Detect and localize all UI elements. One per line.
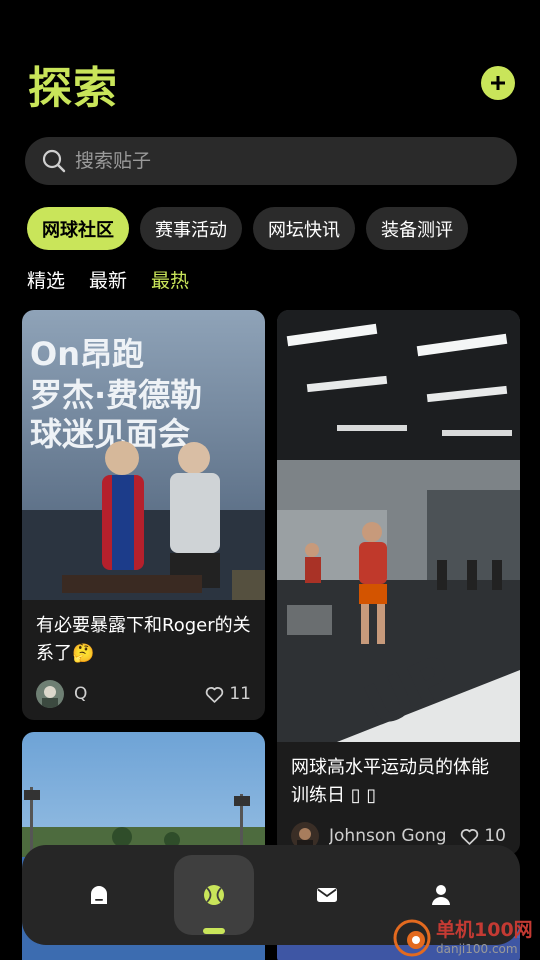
post-image: UP (277, 310, 520, 742)
image-caption-line2: 罗杰·费德勒 (30, 376, 202, 414)
chip-tennis-community[interactable]: 网球社区 (27, 207, 129, 250)
post-body: 有必要暴露下和Roger的关系了🤔 Q 11 (22, 600, 265, 708)
tab-home[interactable] (59, 855, 139, 935)
avatar[interactable] (36, 680, 64, 708)
tab-explore[interactable] (174, 855, 254, 935)
post-author[interactable]: Johnson Gong (329, 826, 459, 846)
sort-featured[interactable]: 精选 (27, 266, 65, 293)
image-caption-line1: On昂跑 (30, 335, 144, 373)
chip-news[interactable]: 网坛快讯 (253, 207, 355, 250)
page-title: 探索 (28, 63, 118, 114)
home-icon (91, 886, 107, 904)
active-tab-indicator (203, 928, 225, 934)
post-card[interactable]: On昂跑 罗杰·费德勒 球迷见面会 有必要暴露下和Roger的关系了🤔 Q 11 (22, 310, 265, 720)
sort-hottest[interactable]: 最热 (151, 266, 189, 293)
user-icon (432, 885, 450, 905)
header: 探索 (0, 0, 540, 130)
post-title: 网球高水平运动员的体能训练日 ▯ ▯ (291, 757, 489, 806)
like-count: 10 (484, 826, 506, 846)
like-count: 11 (229, 684, 251, 704)
search-icon (42, 149, 66, 173)
watermark-title: 单机100网 (436, 918, 533, 941)
like-button[interactable]: 10 (459, 826, 506, 847)
post-author[interactable]: Q (74, 684, 204, 704)
category-chips: 网球社区 赛事活动 网坛快讯 装备测评 (27, 207, 468, 250)
search-input[interactable] (75, 150, 475, 172)
heart-icon (206, 686, 224, 703)
post-meta: Q 11 (36, 680, 251, 708)
heart-icon (461, 828, 479, 845)
sort-tabs: 精选 最新 最热 (27, 266, 189, 293)
watermark-url: danji100.com (436, 941, 518, 956)
post-title: 有必要暴露下和Roger的关系了🤔 (36, 615, 251, 664)
search-bar[interactable] (25, 137, 517, 185)
post-image: On昂跑 罗杰·费德勒 球迷见面会 (22, 310, 265, 600)
site-watermark: 单机100网 danji100.com (392, 915, 540, 960)
like-button[interactable]: 11 (204, 684, 251, 705)
chip-events[interactable]: 赛事活动 (140, 207, 242, 250)
add-post-button[interactable] (481, 66, 515, 100)
tab-messages[interactable] (287, 855, 367, 935)
plus-icon (491, 76, 505, 90)
chip-gear-review[interactable]: 装备测评 (366, 207, 468, 250)
tennis-ball-icon (204, 885, 224, 905)
watermark-logo-icon (393, 919, 431, 956)
mail-icon (317, 888, 337, 902)
post-card[interactable]: UP 网球高水平运动员的体能训练日 ▯ ▯ Johnson Gong 10 (277, 310, 520, 855)
post-body: 网球高水平运动员的体能训练日 ▯ ▯ Johnson Gong 10 (277, 742, 520, 850)
sort-latest[interactable]: 最新 (89, 266, 127, 293)
